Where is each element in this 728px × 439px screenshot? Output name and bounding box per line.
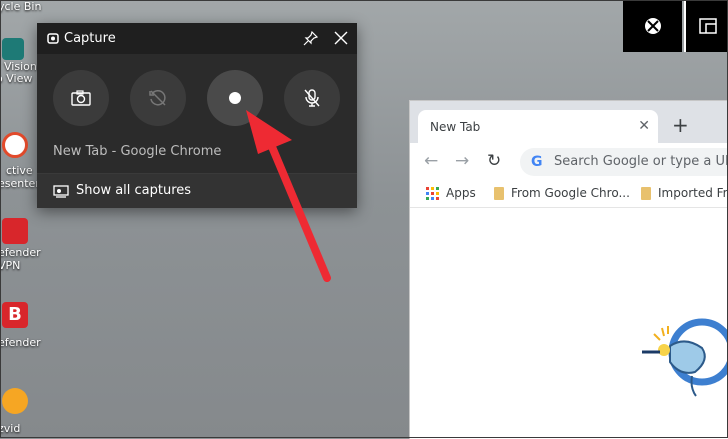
show-all-captures-label: Show all captures — [76, 183, 192, 198]
vision-app-icon — [2, 38, 24, 60]
record-icon — [229, 92, 241, 104]
capture-widget: Capture New Tab - Google Chrome Show all… — [37, 23, 357, 208]
apps-grid-icon — [426, 186, 439, 200]
folder-icon — [494, 186, 504, 200]
desktop-icon-label: esenter — [0, 177, 40, 190]
capture-widget-logo-icon — [47, 33, 59, 44]
tab-new-tab[interactable]: New Tab ✕ — [418, 110, 658, 143]
bookmark-label: From Google Chro... — [511, 186, 630, 200]
close-icon[interactable] — [333, 30, 349, 46]
tab-close-icon[interactable]: ✕ — [638, 118, 650, 134]
desktop-icon-active-presenter[interactable]: ctive esenter — [0, 132, 40, 190]
desktop-icon-label: efender — [0, 246, 41, 259]
record-last-icon — [149, 90, 166, 106]
bookmark-folder-imported[interactable]: Imported Fro — [641, 186, 728, 200]
desktop-icon-label: VPN — [0, 259, 21, 272]
record-last-30-seconds-button[interactable] — [130, 70, 186, 126]
capture-source-label: New Tab - Google Chrome — [53, 144, 222, 159]
forward-icon[interactable]: → — [455, 151, 469, 171]
widget-menu-icon — [699, 18, 717, 34]
vizvid-play-icon — [2, 388, 28, 414]
widget-menu-button[interactable] — [684, 0, 728, 52]
desktop-icon-defender-vpn[interactable]: efender VPN — [0, 218, 41, 272]
bookmark-label: Apps — [446, 186, 476, 200]
show-all-captures-button[interactable]: Show all captures — [37, 173, 357, 208]
desktop-icon-label: zvid — [0, 422, 21, 435]
capture-widget-header[interactable]: Capture — [37, 23, 357, 54]
screenshot-button[interactable] — [53, 70, 109, 126]
desktop-icon-defender[interactable]: B efender — [0, 302, 41, 349]
bookmark-label: Imported Fro — [658, 186, 728, 200]
defender-vpn-icon — [2, 218, 28, 244]
mic-off-icon — [304, 89, 320, 107]
bookmarks-bar: Apps From Google Chro... Imported Fro — [410, 179, 728, 208]
capture-widget-title: Capture — [64, 31, 116, 46]
tab-title: New Tab — [430, 120, 481, 134]
omnibox[interactable]: G Search Google or type a URL — [520, 148, 728, 176]
xbox-button[interactable] — [623, 0, 682, 52]
desktop-icon-label: o View — [0, 72, 33, 85]
desktop-icon-label: ycle Bin — [0, 0, 42, 13]
defender-b-icon: B — [2, 302, 28, 328]
new-tab-button[interactable]: + — [672, 115, 689, 135]
microphone-toggle-button[interactable] — [284, 70, 340, 126]
xbox-icon — [644, 18, 661, 34]
google-g-icon: G — [531, 154, 543, 170]
pin-icon[interactable] — [303, 30, 319, 46]
desktop-icon-vizvid[interactable]: zvid — [0, 388, 40, 435]
presenter-app-icon — [2, 132, 28, 158]
bookmark-folder-from-google-chrome[interactable]: From Google Chro... — [494, 186, 630, 200]
desktop-icon-vision-viewer[interactable]: Vision o View — [0, 38, 40, 85]
desktop-icon-label: ctive — [6, 164, 33, 177]
chrome-toolbar: ← → ↻ G Search Google or type a URL — [410, 143, 728, 179]
desktop-icon-recycle-bin[interactable]: ycle Bin — [0, 0, 42, 13]
start-recording-button[interactable] — [207, 70, 263, 126]
google-doodle-image[interactable] — [640, 318, 728, 398]
folder-icon — [641, 186, 651, 200]
gallery-icon — [53, 185, 69, 198]
bookmark-apps[interactable]: Apps — [426, 186, 476, 200]
reload-icon[interactable]: ↻ — [487, 151, 501, 171]
omnibox-placeholder: Search Google or type a URL — [554, 154, 728, 169]
camera-icon — [71, 90, 91, 106]
desktop-icon-label: efender — [0, 336, 41, 349]
back-icon[interactable]: ← — [424, 151, 438, 171]
